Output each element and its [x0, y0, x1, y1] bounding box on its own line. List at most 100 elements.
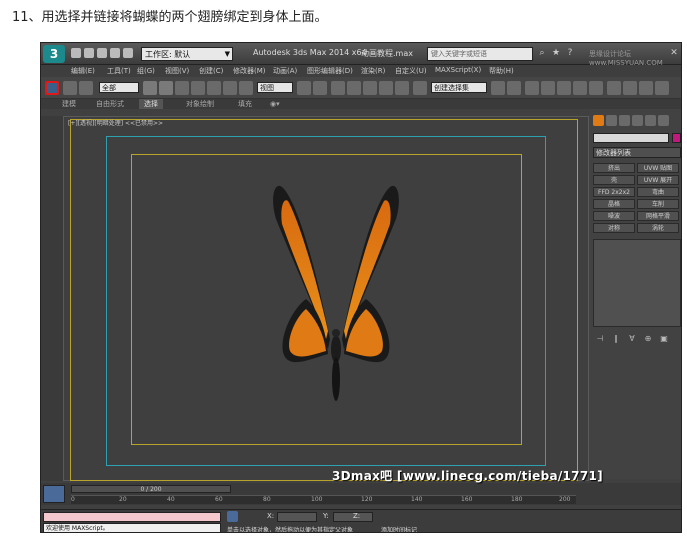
selection-filter-dropdown[interactable]: 全部: [99, 82, 139, 93]
snaps-toggle-icon[interactable]: [347, 81, 361, 95]
make-unique-icon[interactable]: ∀: [627, 334, 637, 344]
butterfly-body[interactable]: [331, 329, 341, 401]
modifier-button-shell[interactable]: 壳: [593, 175, 635, 185]
object-name-field[interactable]: [593, 133, 669, 143]
pivot-center-icon[interactable]: [297, 81, 311, 95]
show-end-result-icon[interactable]: ∥: [611, 334, 621, 344]
modifier-stack[interactable]: [593, 239, 681, 327]
modifier-list-dropdown[interactable]: 修改器列表: [593, 147, 681, 158]
maxscript-prompt[interactable]: 欢迎使用 MAXScript。: [43, 523, 221, 532]
viewport-label[interactable]: [+][透视][明暗处理] <<已禁用>>: [68, 118, 163, 127]
modifier-button-bend[interactable]: 弯曲: [637, 187, 679, 197]
undo-icon[interactable]: [110, 48, 120, 58]
ribbon-tab-modeling[interactable]: 建模: [57, 99, 81, 109]
ribbon-options-icon[interactable]: ◉▾: [265, 99, 285, 109]
render-setup-icon[interactable]: [607, 81, 621, 95]
menu-modifiers[interactable]: 修改器(M): [233, 66, 266, 76]
ribbon-tab-populate[interactable]: 填充: [233, 99, 257, 109]
percent-snap-icon[interactable]: [379, 81, 393, 95]
menu-views[interactable]: 视图(V): [165, 66, 189, 76]
mirror-icon[interactable]: [491, 81, 505, 95]
menu-tools[interactable]: 工具(T): [107, 66, 131, 76]
ribbon-tab-selection[interactable]: 选择: [139, 99, 163, 109]
menu-edit[interactable]: 编辑(E): [71, 66, 95, 76]
select-manipulate-icon[interactable]: [313, 81, 327, 95]
open-file-icon[interactable]: [84, 48, 94, 58]
workspace-dropdown[interactable]: 工作区: 默认 ▼: [141, 47, 233, 61]
app-logo-icon[interactable]: 3: [43, 45, 65, 63]
graphite-toolset-icon[interactable]: [541, 81, 555, 95]
motion-tab-icon[interactable]: [632, 115, 643, 126]
menu-rendering[interactable]: 渲染(R): [361, 66, 385, 76]
modify-tab-icon[interactable]: [606, 115, 617, 126]
pin-stack-icon[interactable]: ⊣: [595, 334, 605, 344]
named-selection-set-dropdown[interactable]: 创建选择集: [431, 82, 487, 93]
menu-graph-editors[interactable]: 图形编辑器(D): [307, 66, 353, 76]
display-tab-icon[interactable]: [645, 115, 656, 126]
star-icon[interactable]: ★: [551, 48, 561, 58]
rendered-frame-window-icon[interactable]: [623, 81, 637, 95]
select-object-icon[interactable]: [143, 81, 157, 95]
right-wing[interactable]: [342, 185, 399, 363]
modifier-button-turbosmooth[interactable]: 涡轮: [637, 223, 679, 233]
search-input[interactable]: 键入关键字或短语: [427, 47, 533, 61]
modifier-button-uvw-map[interactable]: UVW 贴图: [637, 163, 679, 173]
perspective-viewport[interactable]: [+][透视][明暗处理] <<已禁用>>: [63, 116, 589, 481]
utilities-tab-icon[interactable]: [658, 115, 669, 126]
modifier-button-unwrap-uvw[interactable]: UVW 展开: [637, 175, 679, 185]
time-config-icon[interactable]: [43, 485, 65, 503]
time-slider[interactable]: 0 / 200: [71, 485, 231, 493]
move-icon[interactable]: [207, 81, 221, 95]
hierarchy-tab-icon[interactable]: [619, 115, 630, 126]
menu-help[interactable]: 帮助(H): [489, 66, 514, 76]
ribbon-tab-object-paint[interactable]: 对象绘制: [181, 99, 219, 109]
angle-snap-icon[interactable]: [363, 81, 377, 95]
maxscript-listener-input[interactable]: [43, 512, 221, 522]
select-by-name-icon[interactable]: [159, 81, 173, 95]
create-tab-icon[interactable]: [593, 115, 604, 126]
menu-animation[interactable]: 动画(A): [273, 66, 297, 76]
menu-create[interactable]: 创建(C): [199, 66, 223, 76]
select-and-link-icon[interactable]: [45, 81, 59, 95]
x-coordinate-field[interactable]: [277, 512, 317, 522]
reference-coordinate-dropdown[interactable]: 视图: [257, 82, 293, 93]
render-production-icon[interactable]: [639, 81, 653, 95]
layer-manager-icon[interactable]: [525, 81, 539, 95]
edit-named-selection-icon[interactable]: [413, 81, 427, 95]
menu-customize[interactable]: 自定义(U): [395, 66, 427, 76]
remove-modifier-icon[interactable]: ⊕: [643, 334, 653, 344]
bind-to-space-warp-icon[interactable]: [79, 81, 93, 95]
save-file-icon[interactable]: [97, 48, 107, 58]
butterfly-model[interactable]: [266, 179, 406, 407]
close-icon[interactable]: ✕: [669, 48, 679, 58]
spinner-snap-icon[interactable]: [395, 81, 409, 95]
align-icon[interactable]: [507, 81, 521, 95]
window-crossing-icon[interactable]: [191, 81, 205, 95]
add-time-tag[interactable]: 添加时间标记: [381, 525, 417, 532]
modifier-button-noise[interactable]: 噪波: [593, 211, 635, 221]
material-editor-icon[interactable]: [589, 81, 603, 95]
schematic-view-icon[interactable]: [573, 81, 587, 95]
unlink-selection-icon[interactable]: [63, 81, 77, 95]
scale-icon[interactable]: [239, 81, 253, 95]
left-wing[interactable]: [273, 185, 330, 363]
modifier-button-lattice[interactable]: 晶格: [593, 199, 635, 209]
rectangle-selection-icon[interactable]: [175, 81, 189, 95]
help-icon[interactable]: ?: [565, 48, 575, 58]
modifier-button-meshsmooth[interactable]: 网格平滑: [637, 211, 679, 221]
modifier-button-symmetry[interactable]: 对称: [593, 223, 635, 233]
modifier-button-lathe[interactable]: 车削: [637, 199, 679, 209]
selection-lock-icon[interactable]: [227, 511, 238, 522]
object-color-swatch[interactable]: [672, 133, 681, 143]
rotate-icon[interactable]: [223, 81, 237, 95]
keyboard-shortcut-override-icon[interactable]: [331, 81, 345, 95]
new-file-icon[interactable]: [71, 48, 81, 58]
menu-group[interactable]: 组(G): [137, 66, 155, 76]
modifier-button-extrude[interactable]: 挤出: [593, 163, 635, 173]
menu-maxscript[interactable]: MAXScript(X): [435, 66, 481, 74]
render-iterative-icon[interactable]: [655, 81, 669, 95]
track-bar[interactable]: 0 20 40 60 80 100 120 140 160 180 200: [71, 495, 576, 504]
binoculars-icon[interactable]: ⌕: [537, 48, 547, 58]
ribbon-tab-freeform[interactable]: 自由形式: [91, 99, 129, 109]
configure-modifier-sets-icon[interactable]: ▣: [659, 334, 669, 344]
